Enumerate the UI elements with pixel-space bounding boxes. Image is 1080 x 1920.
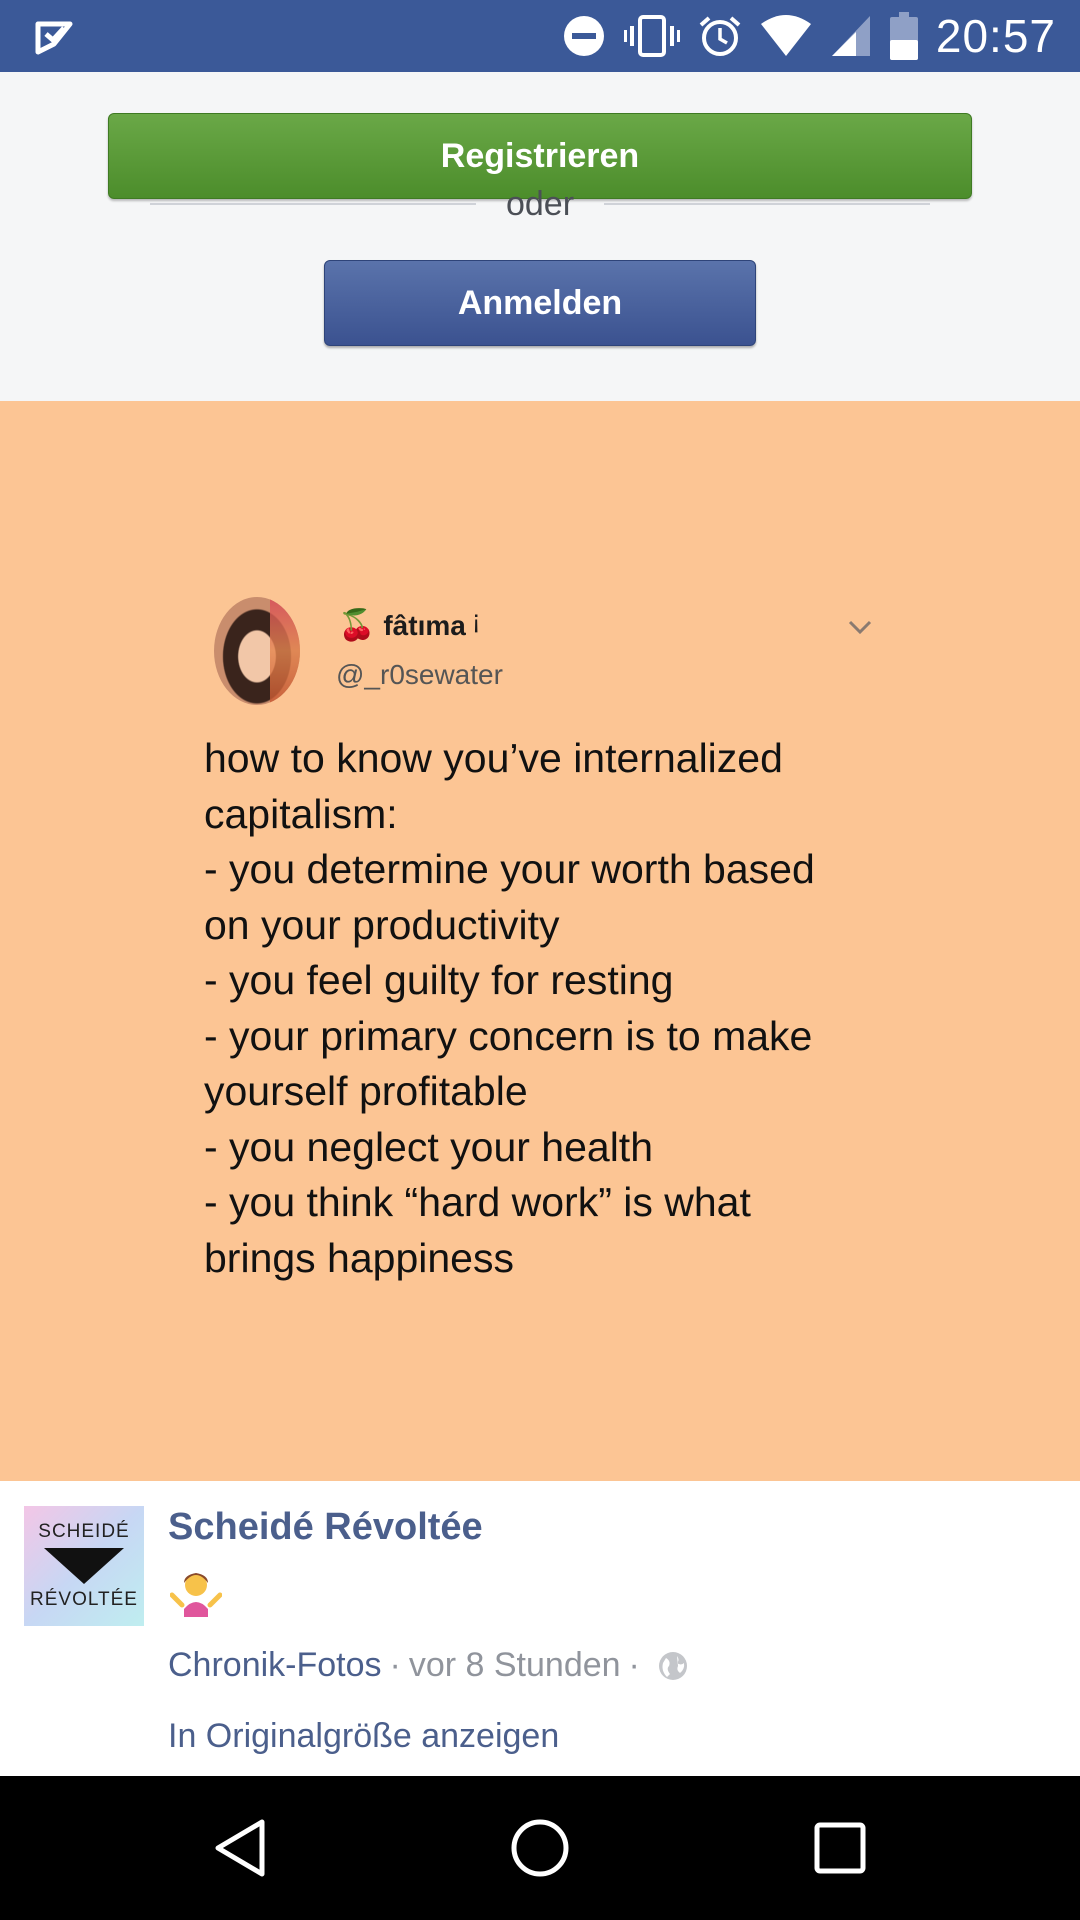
divider-line-left	[150, 203, 476, 205]
post-meta: Chronik-Fotos · vor 8 Stunden ·	[168, 1646, 688, 1685]
tweet-avatar	[214, 597, 300, 705]
home-icon	[511, 1819, 569, 1877]
tweet-line: - your primary concern is to make	[204, 1012, 813, 1059]
tweet-line: brings happiness	[204, 1234, 514, 1281]
navigation-bar	[0, 1776, 1080, 1920]
tweet-line: on your productivity	[204, 901, 560, 948]
status-clock: 20:57	[935, 10, 1056, 62]
back-button[interactable]	[204, 1812, 276, 1884]
signal-icon	[831, 16, 870, 56]
tweet-line: how to know you’ve internalized	[204, 735, 783, 781]
tweet-line: - you feel guilty for resting	[204, 957, 674, 1003]
tweet-line: yourself profitable	[204, 1068, 528, 1114]
do-not-disturb-icon	[563, 16, 604, 56]
wifi-icon	[760, 15, 811, 56]
divider-line-right	[604, 203, 930, 205]
triangle-logo-icon	[44, 1548, 124, 1584]
tweet-line: - you neglect your health	[204, 1123, 653, 1170]
meta-separator: ·	[628, 1646, 640, 1684]
tweet-handle: @_r0sewater	[336, 659, 503, 690]
tweet-name-mark: ¡	[471, 604, 481, 634]
album-link[interactable]: Chronik-Fotos	[168, 1646, 382, 1685]
status-bar: 20:57	[0, 0, 1080, 72]
cherry-icon: 🍒	[338, 609, 376, 642]
tweet-display-name: 🍒 fâtıma ¡	[338, 604, 481, 643]
back-icon	[215, 1819, 265, 1877]
vibrate-icon	[623, 15, 680, 57]
recents-icon	[814, 1822, 866, 1874]
tweet-line: capitalism:	[204, 790, 398, 837]
globe-icon	[658, 1651, 687, 1680]
chevron-down-icon	[848, 620, 872, 635]
logo-text-top: SCHEIDÉ	[38, 1521, 130, 1542]
battery-icon	[889, 12, 918, 60]
person-shrugging-emoji	[170, 1573, 222, 1617]
home-button[interactable]	[504, 1812, 576, 1884]
recents-button[interactable]	[804, 1812, 876, 1884]
alarm-icon	[699, 16, 741, 56]
login-button[interactable]: Anmelden	[324, 260, 756, 346]
page-avatar[interactable]: SCHEIDÉ RÉVOLTÉE	[24, 1506, 144, 1626]
or-label: oder	[505, 184, 575, 223]
or-divider: oder	[150, 184, 930, 224]
logo-text-bottom: RÉVOLTÉE	[30, 1589, 138, 1610]
auth-panel: Registrieren oder Anmelden	[0, 72, 1080, 401]
tweet-line: - you determine your worth based	[204, 846, 815, 892]
app-notification-icon	[35, 21, 73, 55]
tweet-name-text: fâtıma	[383, 609, 466, 641]
meta-separator: ·	[389, 1646, 401, 1684]
page-name-link[interactable]: Scheidé Révoltée	[168, 1506, 483, 1549]
tweet-text: how to know you’ve internalized capitali…	[204, 731, 904, 1286]
tweet-line: - you think “hard work” is what	[204, 1179, 751, 1225]
post-info: SCHEIDÉ RÉVOLTÉE Scheidé Révoltée Chroni…	[0, 1481, 1080, 1776]
post-time[interactable]: vor 8 Stunden	[409, 1646, 621, 1685]
view-full-size-link[interactable]: In Originalgröße anzeigen	[168, 1717, 559, 1756]
